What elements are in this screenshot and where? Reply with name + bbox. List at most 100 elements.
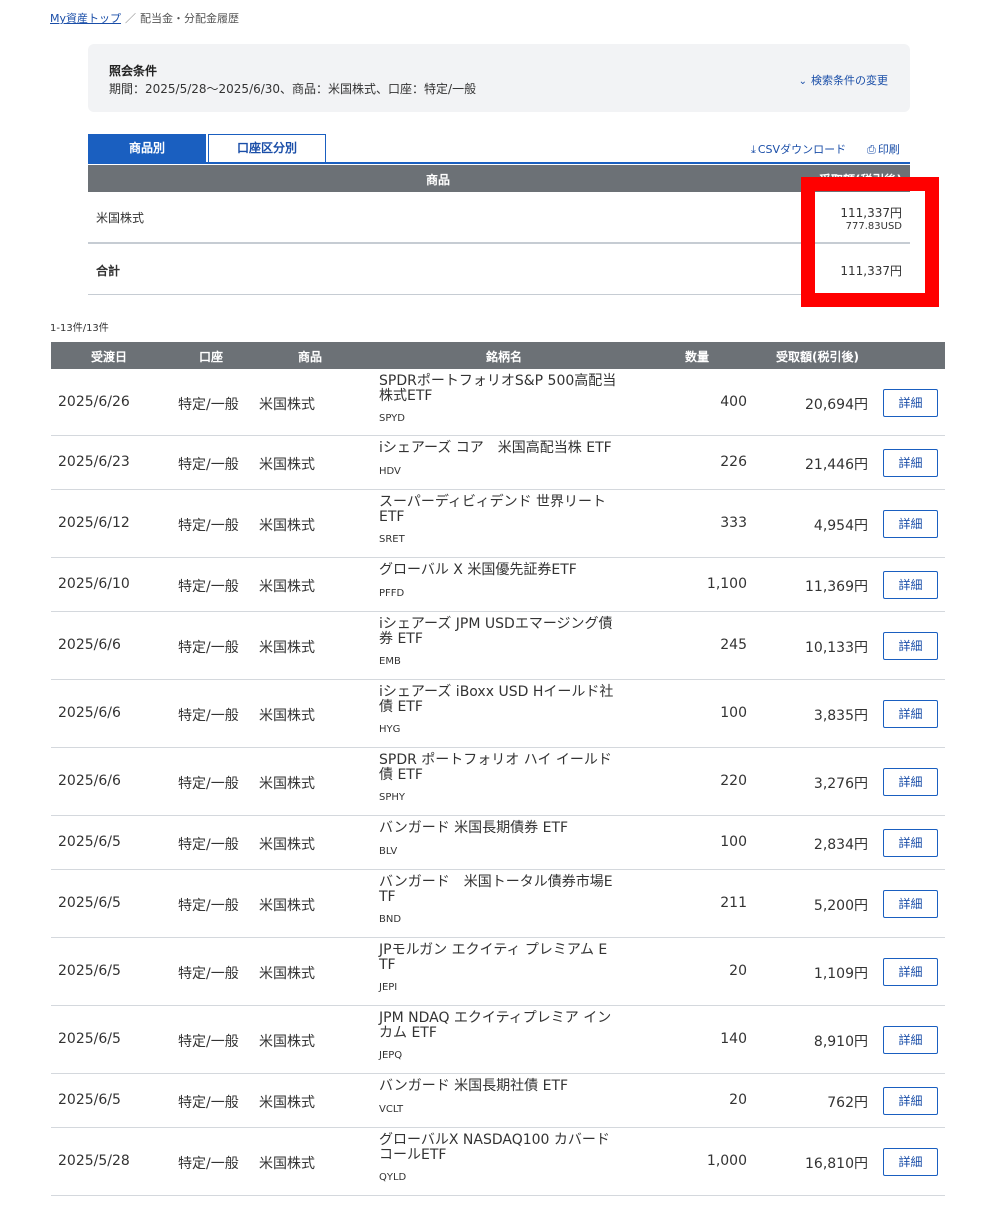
row-date: 2025/6/5	[58, 1031, 121, 1047]
table-row: 2025/6/12 特定/一般 米国株式 333 4,954円 スーパーディビィデンド 世…	[51, 490, 945, 558]
row-qty: 1,000	[706, 1153, 747, 1169]
table-row: 2025/6/26 特定/一般 米国株式 400 20,694円 SPDRポートフォリオS…	[51, 369, 945, 436]
row-qty: 100	[720, 705, 747, 721]
row-qty: 220	[720, 773, 747, 789]
row-account: 特定/一般	[178, 708, 239, 724]
detail-button[interactable]: 詳細	[883, 510, 938, 538]
search-conditions-panel: 照会条件 期間：2025/5/28～2025/6/30、商品：米国株式、口座：特…	[88, 44, 910, 112]
row-qty: 226	[720, 454, 747, 470]
row-security-name-line2: 券 ETF	[379, 631, 423, 647]
row-amount: 5,200円	[813, 898, 868, 914]
row-security-name-line1: バンガード 米国トータル債券市場E	[379, 874, 613, 890]
change-conditions-link[interactable]: ⌄ 検索条件の変更	[799, 72, 888, 88]
row-amount: 10,133円	[805, 640, 868, 656]
row-ticker: BLV	[379, 846, 398, 857]
row-ticker: VCLT	[379, 1104, 404, 1115]
detail-button[interactable]: 詳細	[883, 890, 938, 918]
row-security-name: iシェアーズ JPM USDエマージング債券 ETF	[379, 617, 639, 647]
result-count: 1-13件/13件	[50, 323, 109, 334]
row-security-name: スーパーディビィデンド 世界リート ETF	[379, 495, 639, 525]
dividend-list: 2025/6/26 特定/一般 米国株式 400 20,694円 SPDRポートフォリオS…	[51, 369, 945, 1196]
row-product: 米国株式	[259, 457, 315, 473]
table-row: 2025/6/6 特定/一般 米国株式 245 10,133円 iシェアーズ JPM US…	[51, 612, 945, 680]
print-label: 印刷	[877, 143, 900, 156]
row-ticker: SPYD	[379, 413, 405, 424]
csv-download-link[interactable]: ⤓ CSVダウンロード	[751, 141, 846, 157]
row-date: 2025/6/23	[58, 454, 130, 470]
header-name: 銘柄名	[486, 350, 523, 364]
breadcrumb-home-link[interactable]: My資産トップ	[50, 12, 121, 25]
header-product: 商品	[298, 350, 323, 364]
tab-by-product[interactable]: 商品別	[88, 134, 206, 163]
detail-button[interactable]: 詳細	[883, 632, 938, 660]
row-qty: 20	[729, 963, 747, 979]
row-product: 米国株式	[259, 1034, 315, 1050]
summary-table-header: 商品 受取額(税引後)	[88, 165, 910, 192]
row-account: 特定/一般	[178, 966, 239, 982]
row-account: 特定/一般	[178, 518, 239, 534]
row-account: 特定/一般	[178, 776, 239, 792]
row-security-name-line2: カム ETF	[379, 1025, 437, 1041]
detail-button[interactable]: 詳細	[883, 768, 938, 796]
table-row: 2025/6/5 特定/一般 米国株式 211 5,200円 バンガード 米国トータル債券…	[51, 870, 945, 938]
detail-button[interactable]: 詳細	[883, 700, 938, 728]
row-security-name-line1: JPモルガン エクイティ プレミアム E	[379, 942, 608, 958]
row-qty: 245	[720, 637, 747, 653]
row-product: 米国株式	[259, 966, 315, 982]
detail-button[interactable]: 詳細	[883, 571, 938, 599]
table-row: 2025/6/5 特定/一般 米国株式 20 1,109円 JPモルガン エクイティ プレ…	[51, 938, 945, 1006]
row-product: 米国株式	[259, 898, 315, 914]
detail-button[interactable]: 詳細	[883, 449, 938, 477]
row-amount: 21,446円	[805, 457, 868, 473]
row-security-name-line1: グローバル X 米国優先証券ETF	[379, 562, 577, 578]
row-amount: 3,276円	[813, 776, 868, 792]
detail-button[interactable]: 詳細	[883, 1026, 938, 1054]
download-icon: ⤓	[751, 143, 756, 156]
row-security-name-line2: 債 ETF	[379, 767, 423, 783]
detail-button[interactable]: 詳細	[883, 389, 938, 417]
row-date: 2025/6/5	[58, 834, 121, 850]
list-table-header: 受渡日 口座 商品 銘柄名 数量 受取額(税引後)	[51, 342, 945, 369]
detail-button[interactable]: 詳細	[883, 958, 938, 986]
chevron-down-icon: ⌄	[798, 76, 807, 87]
summary-total-label: 合計	[96, 264, 121, 278]
row-security-name-line1: SPDR ポートフォリオ ハイ イールド	[379, 752, 612, 768]
summary-product: 米国株式	[96, 211, 145, 225]
detail-button[interactable]: 詳細	[883, 1087, 938, 1115]
change-conditions-label: 検索条件の変更	[811, 74, 888, 87]
row-ticker: JEPI	[379, 982, 398, 993]
printer-icon: ⎙	[867, 143, 876, 156]
detail-button[interactable]: 詳細	[883, 829, 938, 857]
row-account: 特定/一般	[178, 457, 239, 473]
print-link[interactable]: ⎙ 印刷	[867, 141, 900, 157]
row-security-name: SPDR ポートフォリオ ハイ イールド債 ETF	[379, 753, 639, 783]
table-row: 2025/6/10 特定/一般 米国株式 1,100 11,369円 グローバル X 米国…	[51, 558, 945, 612]
detail-button[interactable]: 詳細	[883, 1148, 938, 1176]
row-security-name: iシェアーズ iBoxx USD Hイールド社債 ETF	[379, 685, 639, 715]
table-row: 2025/6/23 特定/一般 米国株式 226 21,446円 iシェアーズ コア 米国…	[51, 436, 945, 490]
row-security-name-line1: iシェアーズ コア 米国高配当株 ETF	[379, 440, 612, 456]
row-date: 2025/6/6	[58, 705, 121, 721]
tab-by-account-type[interactable]: 口座区分別	[208, 134, 326, 163]
row-date: 2025/5/28	[58, 1153, 130, 1169]
red-highlight-box	[801, 177, 939, 307]
row-date: 2025/6/26	[58, 394, 130, 410]
row-product: 米国株式	[259, 1095, 315, 1111]
row-security-name: SPDRポートフォリオS&P 500高配当 株式ETF	[379, 374, 639, 404]
row-qty: 400	[720, 394, 747, 410]
row-security-name-line1: バンガード 米国長期社債 ETF	[379, 1078, 569, 1094]
summary-total-row: 合計 111,337円	[88, 244, 910, 295]
row-amount: 762円	[827, 1095, 868, 1111]
row-security-name-line1: SPDRポートフォリオS&P 500高配当	[379, 373, 617, 389]
row-amount: 4,954円	[813, 518, 868, 534]
row-date: 2025/6/6	[58, 637, 121, 653]
row-product: 米国株式	[259, 579, 315, 595]
row-account: 特定/一般	[178, 640, 239, 656]
header-amount: 受取額(税引後)	[776, 350, 859, 364]
row-product: 米国株式	[259, 708, 315, 724]
row-security-name-line2: TF	[379, 957, 396, 973]
header-account: 口座	[199, 350, 224, 364]
row-date: 2025/6/5	[58, 963, 121, 979]
row-amount: 11,369円	[805, 579, 868, 595]
row-ticker: EMB	[379, 656, 401, 667]
